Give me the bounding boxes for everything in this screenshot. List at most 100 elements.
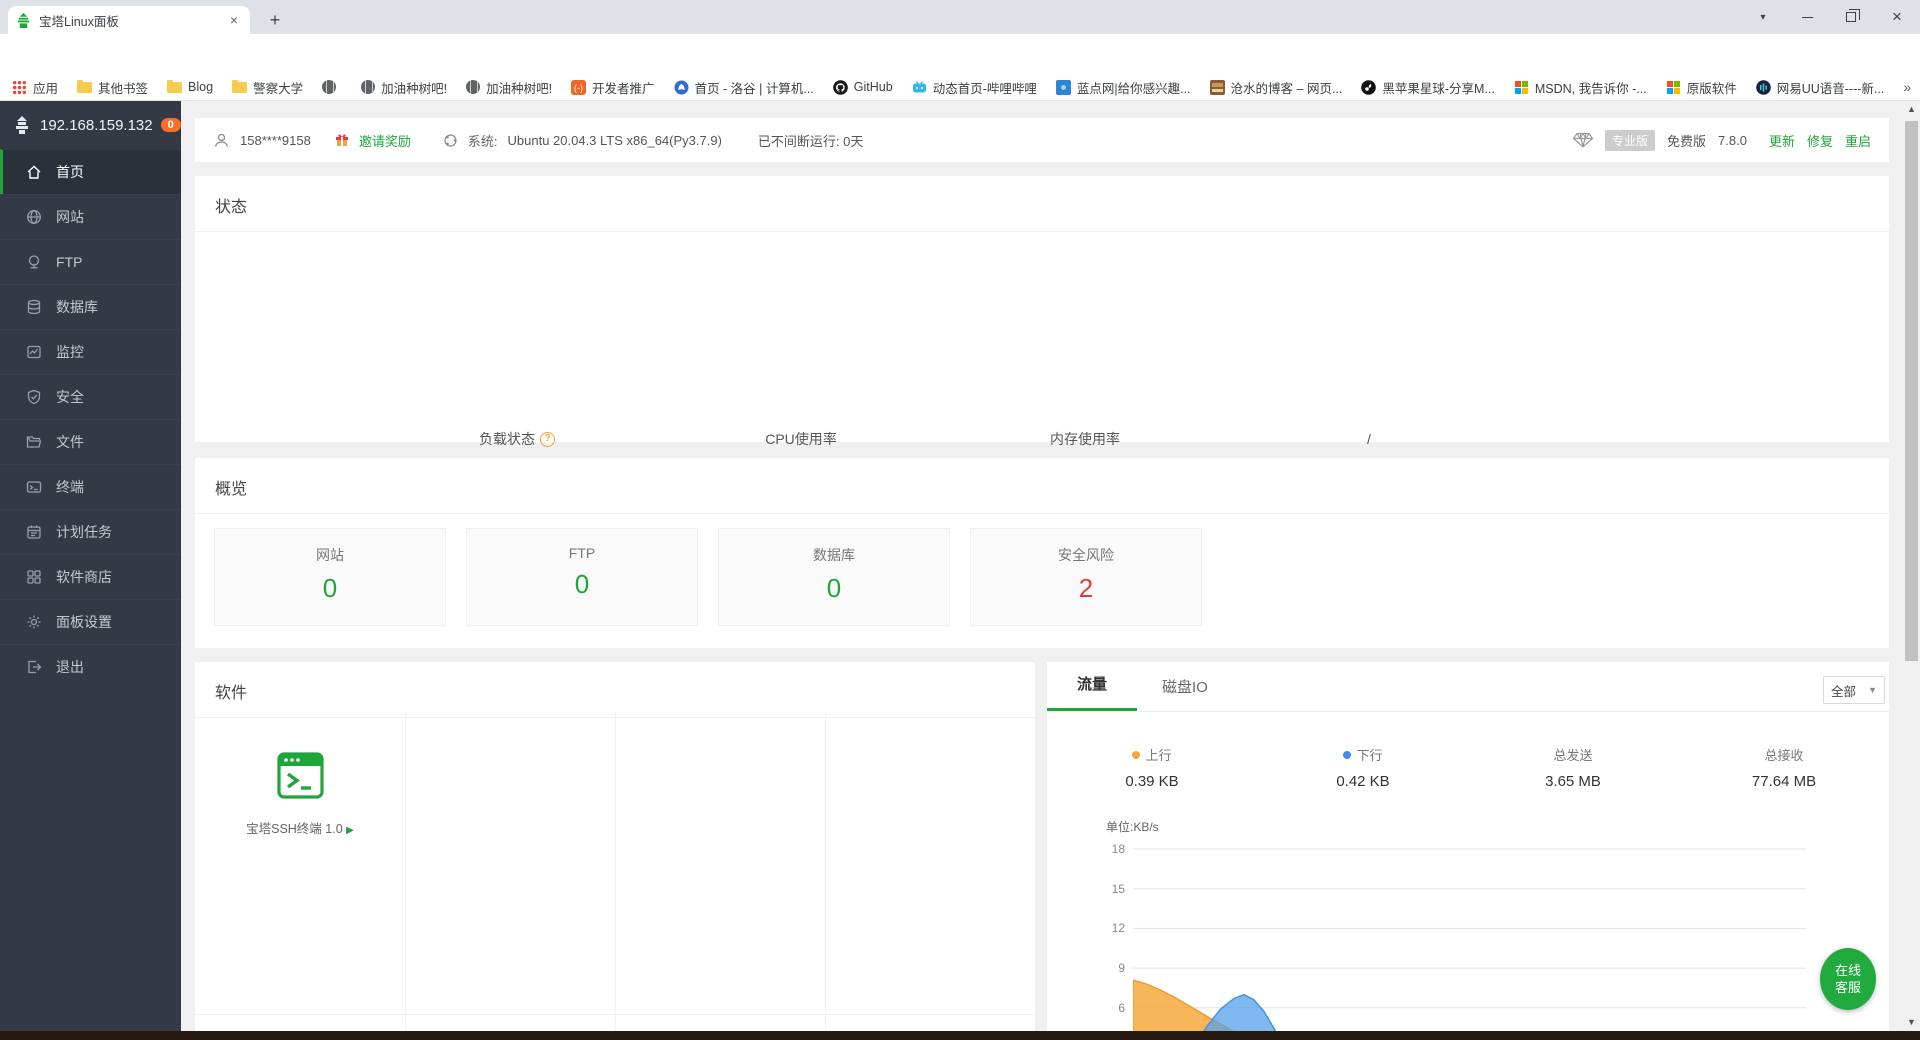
bookmark-item[interactable]: 原版软件 [1666,78,1737,97]
sidebar-item-label: FTP [56,254,82,270]
bookmark-item[interactable]: 警察大学 [232,78,303,97]
server-host[interactable]: 192.168.159.132 [40,117,153,134]
chart-y-axis: 18151296 [1095,0,1125,1040]
bookmark-item[interactable]: 首页 - 洛谷 | 计算机... [674,78,814,97]
overview-value[interactable]: 2 [971,573,1201,604]
baota-favicon [16,13,31,28]
bookmark-item[interactable]: 其他书签 [77,78,148,97]
overview-websites[interactable]: 网站 0 [214,528,446,626]
filter-value: 全部 [1831,681,1856,700]
overview-value[interactable]: 0 [719,573,949,604]
bookmark-item[interactable]: 沧水的博客 – 网页... [1210,78,1343,97]
chrome-caret-icon[interactable]: ▾ [1742,0,1784,34]
traffic-filter-select[interactable]: 全部 ▼ [1823,676,1885,704]
sidebar-item-website[interactable]: 网站 [0,194,181,239]
gauge-label: / [1367,431,1371,447]
bookmark-apps[interactable]: 应用 [12,78,58,97]
cangshui-favicon [1210,80,1225,95]
uu-favicon [1756,80,1771,95]
overview-security-risk[interactable]: 安全风险 2 [970,528,1202,626]
ubuntu-logo-icon [443,133,458,148]
overview-ftp[interactable]: FTP 0 [466,528,698,626]
overview-label: 数据库 [719,545,949,565]
bookmarks-overflow-button[interactable]: » [1903,79,1911,95]
bookmark-item[interactable] [322,80,342,94]
software-app-ssh-terminal[interactable]: 宝塔SSH终端 1.0 ▶ [195,712,405,1014]
sidebar-item-terminal[interactable]: 终端 [0,464,181,509]
scroll-up-icon[interactable]: ▲ [1903,101,1920,118]
new-tab-button[interactable]: + [262,8,288,32]
overview-label: 安全风险 [971,545,1201,565]
github-favicon [833,80,848,95]
scrollbar-thumb[interactable] [1905,121,1918,661]
sidebar-item-files[interactable]: 文件 [0,419,181,464]
msdn-favicon [1514,80,1529,95]
stat-label: 下行 [1356,745,1382,764]
app-grid-icon [26,569,42,585]
overview-title: 概览 [195,458,1889,514]
bookmark-item[interactable]: 动态首页-哔哩哔哩 [912,78,1037,97]
traffic-tabs: 流量 磁盘IO [1047,662,1208,711]
invite-reward-link[interactable]: 邀请奖励 [359,131,411,150]
sidebar-item-cron[interactable]: 计划任务 [0,509,181,554]
tab-disk-io[interactable]: 磁盘IO [1162,676,1208,711]
stat-label: 总发送 [1553,745,1592,764]
bookmark-item[interactable]: 网易UU语音----新... [1756,78,1885,97]
page-scrollbar[interactable]: ▲ ▼ [1903,101,1920,1031]
globe-icon [26,209,42,225]
gauge-label: 负载状态 [479,429,535,449]
help-icon[interactable]: ? [540,432,555,447]
update-link[interactable]: 更新 [1769,131,1795,150]
restart-link[interactable]: 重启 [1845,131,1871,150]
overview-value[interactable]: 0 [215,573,445,604]
sidebar-item-logout[interactable]: 退出 [0,644,181,689]
tab-close-icon[interactable]: × [226,12,242,28]
gift-icon [335,133,349,147]
sidebar-item-ftp[interactable]: FTP [0,239,181,284]
browser-tab[interactable]: 宝塔Linux面板 × [8,6,250,34]
ftp-icon [26,254,42,270]
sidebar-item-database[interactable]: 数据库 [0,284,181,329]
traffic-area-chart[interactable] [1133,830,1806,1040]
sidebar-item-appstore[interactable]: 软件商店 [0,554,181,599]
sidebar-item-home[interactable]: 首页 [0,149,181,194]
pro-version-badge[interactable]: 专业版 [1605,130,1655,151]
logout-icon [26,659,42,675]
message-count-badge[interactable]: 0 [161,118,181,132]
bookmark-item[interactable]: 加油种树吧! [361,78,447,97]
window-close-button[interactable]: × [1876,0,1918,34]
overview-label: FTP [467,545,697,561]
sidebar-item-label: 安全 [56,387,84,407]
stat-label: 总接收 [1764,745,1803,764]
bookmark-item[interactable]: (-) 开发者推广 [571,78,655,97]
bookmark-item[interactable]: Blog [167,80,213,94]
grid-divider [615,712,616,1040]
repair-link[interactable]: 修复 [1807,131,1833,150]
stat-value: 0.39 KB [1047,773,1257,790]
app-name: 宝塔SSH终端 [246,822,322,836]
sidebar-item-monitor[interactable]: 监控 [0,329,181,374]
panel-topbar: 158****9158 邀请奖励 系统: Ubuntu 20.04.3 LTS … [195,118,1889,162]
overview-database[interactable]: 数据库 0 [718,528,950,626]
bookmark-item[interactable]: 加油种树吧! [466,78,552,97]
folder-icon [26,434,42,450]
upstream-dot [1132,751,1140,759]
status-card: 状态 负载状态 ? 2% 运行流畅 CPU使用率 0.8% 4 核心 内存使用率… [195,176,1889,442]
sidebar-item-settings[interactable]: 面板设置 [0,599,181,644]
online-support-button[interactable]: 在线 客服 [1820,948,1876,1010]
scroll-down-icon[interactable]: ▼ [1903,1014,1920,1031]
bookmark-item[interactable]: MSDN, 我告诉你 -... [1514,78,1647,97]
sidebar-item-label: 面板设置 [56,612,112,632]
overview-value[interactable]: 0 [467,569,697,600]
sidebar-header: 192.168.159.132 0 [0,101,181,149]
window-minimize-button[interactable] [1786,0,1828,34]
bookmark-item[interactable]: 黑苹果星球-分享M... [1361,78,1495,97]
sidebar-item-security[interactable]: 安全 [0,374,181,419]
sidebar-item-label: 数据库 [56,297,98,317]
bookmark-item[interactable]: GitHub [833,80,893,95]
user-phone[interactable]: 158****9158 [240,133,311,148]
play-icon[interactable]: ▶ [346,825,354,836]
stat-upstream: 上行 0.39 KB [1047,745,1257,790]
y-tick-label: 15 [1112,881,1125,897]
window-restore-button[interactable] [1830,0,1872,34]
